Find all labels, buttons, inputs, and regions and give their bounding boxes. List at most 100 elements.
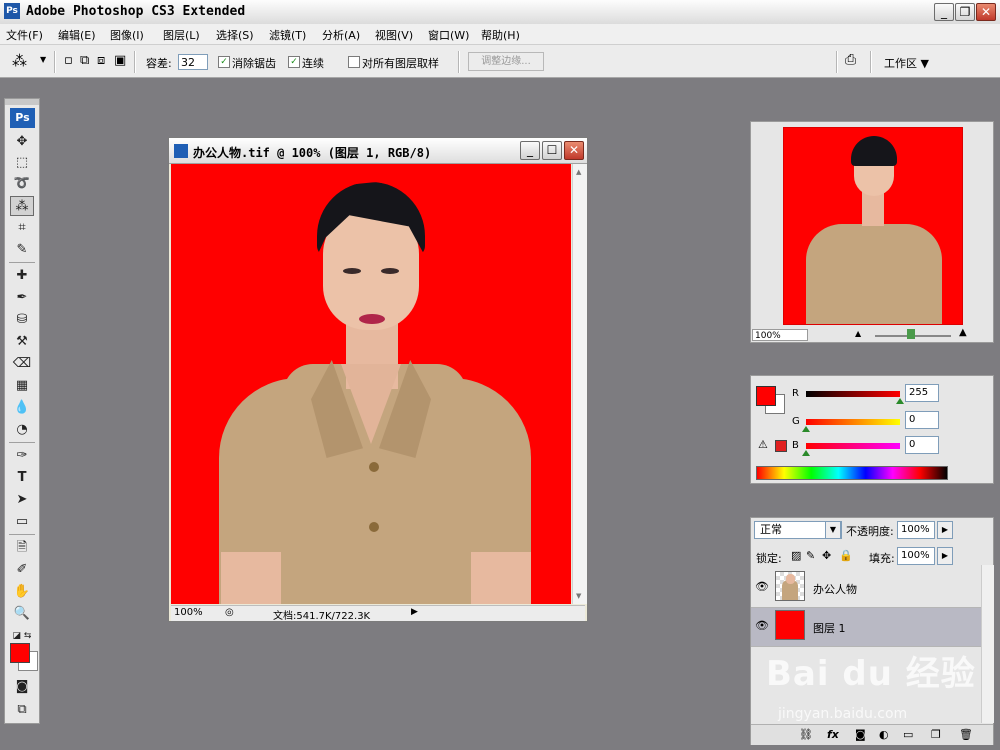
menu-edit[interactable]: 编辑(E) xyxy=(58,27,96,43)
intersect-selection-icon[interactable]: ▣ xyxy=(114,53,126,68)
gamut-color-swatch[interactable] xyxy=(775,440,787,452)
navigator-zoom-field[interactable]: 100% xyxy=(752,329,808,341)
crop-tool-icon[interactable]: ⌗ xyxy=(10,218,34,238)
layer-row[interactable]: 👁 办公人物 xyxy=(751,569,981,608)
color-foreground-swatch[interactable] xyxy=(756,386,776,406)
lock-transparent-icon[interactable]: ▨ xyxy=(791,549,801,562)
foreground-color-swatch[interactable] xyxy=(10,643,30,663)
document-minimize-button[interactable]: _ xyxy=(520,141,540,160)
menu-select[interactable]: 选择(S) xyxy=(216,27,254,43)
tolerance-input[interactable] xyxy=(178,54,208,70)
navigator-zoom-handle[interactable] xyxy=(907,329,915,339)
close-button[interactable]: ✕ xyxy=(976,3,996,21)
layer-row-selected[interactable]: 👁 图层 1 xyxy=(751,608,981,647)
path-selection-tool-icon[interactable]: ➤ xyxy=(10,490,34,510)
opacity-field[interactable]: 100% xyxy=(897,521,935,539)
menu-view[interactable]: 视图(V) xyxy=(375,27,413,43)
brush-tool-icon[interactable]: ✒ xyxy=(10,288,34,308)
fill-arrow-icon[interactable]: ▶ xyxy=(937,547,953,565)
menu-filter[interactable]: 滤镜(T) xyxy=(269,27,306,43)
eyedropper-tool-icon[interactable]: ✐ xyxy=(10,560,34,580)
screen-mode-icon[interactable]: ⧉ xyxy=(10,700,34,720)
blend-mode-dropdown-icon[interactable]: ▼ xyxy=(825,521,841,539)
layer-mask-icon[interactable]: ◙ xyxy=(855,728,866,741)
zoom-out-icon[interactable]: ▲ xyxy=(855,329,861,338)
b-slider[interactable] xyxy=(806,443,900,449)
minimize-button[interactable]: _ xyxy=(934,3,954,21)
gamut-warning-icon[interactable]: ⚠ xyxy=(758,438,768,451)
navigator-thumbnail[interactable] xyxy=(783,127,963,325)
image-canvas[interactable] xyxy=(171,164,571,604)
zoom-tool-icon[interactable]: 🔍 xyxy=(10,604,34,624)
delete-layer-icon[interactable]: 🗑 xyxy=(959,728,973,741)
toolbox-grip[interactable] xyxy=(5,99,39,105)
antialias-checkbox[interactable]: ✓ xyxy=(218,56,230,68)
lasso-tool-icon[interactable]: ➰ xyxy=(10,174,34,194)
ps-logo[interactable]: Ps xyxy=(10,108,35,128)
adjustment-layer-icon[interactable]: ◐ xyxy=(879,728,889,741)
r-slider-handle[interactable] xyxy=(896,398,904,404)
b-slider-handle[interactable] xyxy=(802,450,810,456)
zoom-in-icon[interactable]: ▲ xyxy=(959,327,967,338)
bridge-icon[interactable]: ⎙ xyxy=(845,52,856,68)
g-slider-handle[interactable] xyxy=(802,426,810,432)
hand-tool-icon[interactable]: ✋ xyxy=(10,582,34,602)
status-info-icon[interactable]: ◎ xyxy=(225,607,234,618)
link-layers-icon[interactable]: ⛓ xyxy=(799,728,813,741)
document-vertical-scrollbar[interactable]: ▲ ▼ xyxy=(572,164,587,604)
b-value-field[interactable]: 0 xyxy=(905,436,939,454)
color-spectrum-bar[interactable] xyxy=(756,466,948,480)
visibility-eye-icon[interactable]: 👁 xyxy=(755,619,769,633)
document-maximize-button[interactable]: ☐ xyxy=(542,141,562,160)
document-close-button[interactable]: ✕ xyxy=(564,141,584,160)
lock-all-icon[interactable]: 🔒 xyxy=(839,549,853,562)
r-value-field[interactable]: 255 xyxy=(905,384,939,402)
move-tool-icon[interactable]: ✥ xyxy=(10,132,34,152)
lock-position-icon[interactable]: ✥ xyxy=(822,549,831,562)
refine-edge-button[interactable]: 调整边缘... xyxy=(468,52,544,71)
new-layer-icon[interactable]: ❐ xyxy=(931,728,941,741)
blur-tool-icon[interactable]: 💧 xyxy=(10,398,34,418)
eraser-tool-icon[interactable]: ⌫ xyxy=(10,354,34,374)
add-selection-icon[interactable]: ⧉ xyxy=(80,53,89,68)
lock-image-icon[interactable]: ✎ xyxy=(806,549,815,562)
g-slider[interactable] xyxy=(806,419,900,425)
dodge-tool-icon[interactable]: ◔ xyxy=(10,420,34,440)
history-brush-tool-icon[interactable]: ⚒ xyxy=(10,332,34,352)
pen-tool-icon[interactable]: ✑ xyxy=(10,446,34,466)
notes-tool-icon[interactable]: 🗎 xyxy=(10,538,34,558)
workspace-menu[interactable]: 工作区 ▼ xyxy=(884,55,929,71)
slice-tool-icon[interactable]: ✎ xyxy=(10,240,34,260)
menu-image[interactable]: 图像(I) xyxy=(110,27,144,43)
magic-wand-preset-icon[interactable]: ⁂ xyxy=(12,52,27,70)
subtract-selection-icon[interactable]: ⧈ xyxy=(97,53,105,68)
clone-stamp-tool-icon[interactable]: ⛁ xyxy=(10,310,34,330)
zoom-level[interactable]: 100% xyxy=(174,607,203,618)
visibility-eye-icon[interactable]: 👁 xyxy=(755,580,769,594)
gradient-tool-icon[interactable]: ▦ xyxy=(10,376,34,396)
menu-window[interactable]: 窗口(W) xyxy=(428,27,469,43)
restore-button[interactable]: ❐ xyxy=(955,3,975,21)
layer-style-icon[interactable]: fx xyxy=(827,728,839,741)
marquee-tool-icon[interactable]: ⬚ xyxy=(10,153,34,173)
r-slider[interactable] xyxy=(806,391,900,397)
new-group-icon[interactable]: ▭ xyxy=(903,728,913,741)
fill-field[interactable]: 100% xyxy=(897,547,935,565)
g-value-field[interactable]: 0 xyxy=(905,411,939,429)
menu-analysis[interactable]: 分析(A) xyxy=(322,27,360,43)
opacity-arrow-icon[interactable]: ▶ xyxy=(937,521,953,539)
menu-help[interactable]: 帮助(H) xyxy=(481,27,520,43)
menu-layer[interactable]: 图层(L) xyxy=(163,27,200,43)
preset-dropdown-icon[interactable]: ▼ xyxy=(40,55,46,64)
quick-mask-icon[interactable]: ◙ xyxy=(10,677,34,697)
new-selection-icon[interactable]: ▫ xyxy=(64,53,73,68)
layers-scrollbar[interactable] xyxy=(981,565,994,723)
contiguous-checkbox[interactable]: ✓ xyxy=(288,56,300,68)
magic-wand-tool-icon[interactable]: ⁂ xyxy=(10,196,34,216)
sample-all-layers-checkbox[interactable] xyxy=(348,56,360,68)
status-menu-arrow-icon[interactable]: ▶ xyxy=(411,607,418,617)
document-title-bar[interactable]: 办公人物.tif @ 100% (图层 1, RGB/8) _ ☐ ✕ xyxy=(169,138,587,164)
shape-tool-icon[interactable]: ▭ xyxy=(10,512,34,532)
healing-brush-tool-icon[interactable]: ✚ xyxy=(10,266,34,286)
menu-file[interactable]: 文件(F) xyxy=(6,27,43,43)
